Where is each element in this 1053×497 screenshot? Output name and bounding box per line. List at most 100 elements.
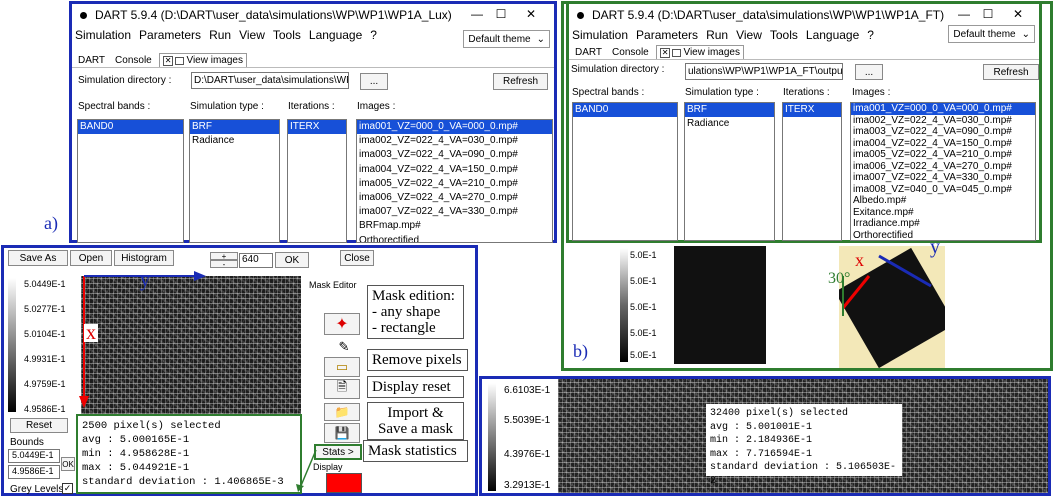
iterations-label: Iterations :: [783, 87, 830, 98]
menu-parameters[interactable]: Parameters: [139, 28, 201, 42]
list-item[interactable]: ITERX: [783, 103, 841, 118]
menu-help[interactable]: ?: [370, 28, 377, 42]
list-item[interactable]: Orthorectified: [851, 230, 1035, 240]
polygon-mask-icon[interactable]: ✦: [324, 313, 360, 335]
close-tab-icon[interactable]: ✕: [659, 47, 671, 58]
eraser-icon[interactable]: ▭: [324, 357, 360, 377]
list-item[interactable]: ima002_VZ=022_4_VA=030_0.mp#: [851, 115, 1035, 127]
menu-tools[interactable]: Tools: [770, 28, 798, 42]
simdir-input[interactable]: D:\DART\user_data\simulations\WP: [191, 72, 349, 89]
simtype-list[interactable]: BRF Radiance: [684, 102, 775, 241]
list-item[interactable]: ima006_VZ=022_4_VA=270_0.mp#: [357, 191, 552, 205]
simtype-list[interactable]: BRF Radiance: [189, 119, 280, 243]
list-item[interactable]: ima008_VZ=040_0_VA=045_0.mp#: [851, 184, 1035, 196]
menu-tools[interactable]: Tools: [273, 28, 301, 42]
app-icon: [80, 11, 87, 19]
theme-value: Default theme: [953, 28, 1016, 40]
menu-run[interactable]: Run: [706, 28, 728, 42]
list-item[interactable]: BAND0: [573, 103, 677, 118]
scale-label: 5.0104E-1: [24, 329, 66, 339]
menu-view[interactable]: View: [239, 28, 265, 42]
images-list[interactable]: ima001_VZ=000_0_VA=000_0.mp# ima002_VZ=0…: [356, 119, 553, 243]
maximize-icon[interactable]: ☐: [979, 6, 997, 22]
menu-language[interactable]: Language: [309, 28, 362, 42]
pencil-icon[interactable]: ✎: [334, 339, 354, 354]
axis-y-label: y: [930, 236, 940, 258]
theme-select[interactable]: Default theme ⌄: [463, 30, 550, 48]
reset-button[interactable]: Reset: [10, 418, 68, 433]
close-button[interactable]: Close: [340, 250, 374, 266]
bands-label: Spectral bands :: [572, 87, 645, 98]
save-disk-icon[interactable]: 💾: [324, 423, 360, 443]
list-item[interactable]: Irradiance.mp#: [851, 218, 1035, 230]
list-item[interactable]: ima004_VZ=022_4_VA=150_0.mp#: [357, 163, 552, 177]
menu-simulation[interactable]: Simulation: [75, 28, 131, 42]
theme-select[interactable]: Default theme ⌄: [948, 25, 1035, 43]
list-item[interactable]: Albedo.mp#: [851, 195, 1035, 207]
list-item[interactable]: ima003_VZ=022_4_VA=090_0.mp#: [357, 148, 552, 162]
list-item[interactable]: ima001_VZ=000_0_VA=000_0.mp#: [357, 120, 552, 135]
list-item[interactable]: ITERX: [288, 120, 346, 135]
menu-view[interactable]: View: [736, 28, 762, 42]
minimize-icon[interactable]: —: [955, 6, 973, 22]
save-as-button[interactable]: Save As: [8, 250, 68, 266]
grey-levels-checkbox[interactable]: ✓: [62, 483, 73, 494]
open-folder-icon[interactable]: 📁: [324, 403, 360, 421]
browse-button[interactable]: ...: [855, 64, 883, 80]
list-item[interactable]: Exitance.mp#: [851, 207, 1035, 219]
histogram-button[interactable]: Histogram: [114, 250, 174, 266]
new-file-icon[interactable]: 🗎: [324, 379, 360, 399]
list-item[interactable]: Radiance: [685, 117, 774, 131]
tab-dart[interactable]: DART: [75, 54, 108, 67]
menu-language[interactable]: Language: [806, 28, 859, 42]
menu-run[interactable]: Run: [209, 28, 231, 42]
stats-line: max : 5.044921E-1: [82, 462, 190, 474]
list-item[interactable]: ima007_VZ=022_4_VA=330_0.mp#: [851, 172, 1035, 184]
list-item[interactable]: ima006_VZ=022_4_VA=270_0.mp#: [851, 161, 1035, 173]
list-item[interactable]: BRF: [685, 103, 774, 118]
refresh-button[interactable]: Refresh: [493, 73, 548, 90]
list-item[interactable]: ima007_VZ=022_4_VA=330_0.mp#: [357, 205, 552, 219]
axis-x-arrowhead: [79, 396, 89, 408]
list-item[interactable]: ima003_VZ=022_4_VA=090_0.mp#: [851, 126, 1035, 138]
bands-list[interactable]: BAND0: [77, 119, 184, 243]
maximize-icon[interactable]: ☐: [492, 6, 510, 22]
axis-x-label: x: [84, 322, 98, 344]
list-item[interactable]: ima001_VZ=000_0_VA=000_0.mp#: [851, 103, 1035, 115]
list-item[interactable]: ima005_VZ=022_4_VA=210_0.mp#: [851, 149, 1035, 161]
tab-view-images[interactable]: ✕ View images: [158, 53, 247, 67]
iterations-list[interactable]: ITERX: [287, 119, 347, 243]
list-item[interactable]: Orthorectified: [357, 234, 552, 243]
list-item[interactable]: ima002_VZ=022_4_VA=030_0.mp#: [357, 134, 552, 148]
bound-max-input[interactable]: 5.0449E-1: [8, 449, 60, 463]
images-list[interactable]: ima001_VZ=000_0_VA=000_0.mp# ima002_VZ=0…: [850, 102, 1036, 241]
tab-console[interactable]: Console: [609, 46, 652, 59]
tab-dart[interactable]: DART: [572, 46, 605, 59]
list-item[interactable]: BRF: [190, 120, 279, 135]
iterations-list[interactable]: ITERX: [782, 102, 842, 241]
tab-view-images[interactable]: ✕ View images: [655, 45, 744, 59]
list-item[interactable]: BRFmap.mp#: [357, 219, 552, 233]
tab-console[interactable]: Console: [112, 54, 155, 67]
simdir-input[interactable]: ulations\WP\WP1\WP1A_FT\output: [685, 63, 843, 80]
menu-parameters[interactable]: Parameters: [636, 28, 698, 42]
list-item[interactable]: ima005_VZ=022_4_VA=210_0.mp#: [357, 177, 552, 191]
scale-label: 5.5039E-1: [504, 415, 551, 426]
list-item[interactable]: ima004_VZ=022_4_VA=150_0.mp#: [851, 138, 1035, 150]
menu-help[interactable]: ?: [867, 28, 874, 42]
bands-list[interactable]: BAND0: [572, 102, 678, 241]
close-icon[interactable]: ✕: [522, 6, 540, 22]
open-button[interactable]: Open: [70, 250, 112, 266]
list-item[interactable]: Radiance: [190, 134, 279, 148]
minimize-icon[interactable]: —: [468, 6, 486, 22]
refresh-button[interactable]: Refresh: [983, 64, 1039, 80]
browse-button[interactable]: ...: [360, 73, 388, 90]
scale-label: 4.3976E-1: [504, 449, 551, 460]
dart-window-b: DART 5.9.4 (D:\DART\user_data\simulation…: [566, 1, 1042, 243]
close-tab-icon[interactable]: ✕: [162, 55, 174, 66]
bound-min-input[interactable]: 4.9586E-1: [8, 465, 60, 479]
menu-simulation[interactable]: Simulation: [572, 28, 628, 42]
list-item[interactable]: BAND0: [78, 120, 183, 135]
close-icon[interactable]: ✕: [1009, 6, 1027, 22]
bounds-ok-button[interactable]: OK: [61, 457, 75, 471]
